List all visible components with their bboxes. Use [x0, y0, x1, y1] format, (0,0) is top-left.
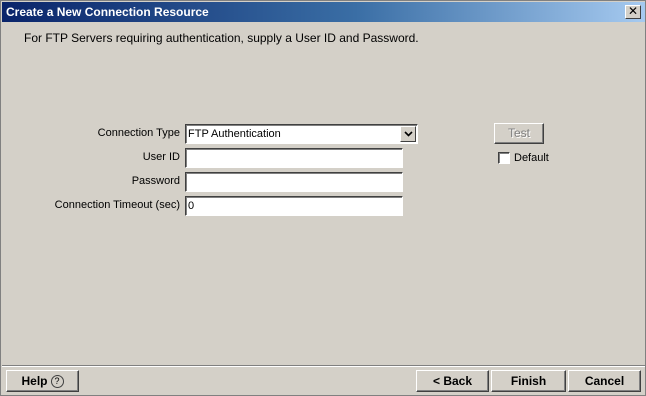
footer-separator: [2, 365, 645, 367]
dialog-content: For FTP Servers requiring authentication…: [4, 23, 643, 364]
back-button[interactable]: < Back: [416, 370, 489, 392]
help-icon: ?: [50, 375, 64, 389]
timeout-label: Connection Timeout (sec): [54, 199, 180, 211]
title-bar[interactable]: Create a New Connection Resource ✕: [2, 2, 645, 22]
timeout-field[interactable]: 0: [185, 196, 403, 216]
dialog-window: Create a New Connection Resource ✕ For F…: [0, 0, 646, 396]
dialog-title: Create a New Connection Resource: [6, 5, 209, 19]
chevron-down-icon[interactable]: [400, 126, 416, 142]
help-button[interactable]: Help?: [6, 370, 79, 392]
form-labels: Connection Type User ID Password Connect…: [4, 23, 180, 223]
finish-button[interactable]: Finish: [491, 370, 566, 392]
connection-type-label: Connection Type: [97, 127, 180, 139]
connection-type-value: FTP Authentication: [188, 128, 281, 140]
close-icon[interactable]: ✕: [625, 5, 641, 19]
password-field[interactable]: [185, 172, 403, 192]
user-id-label: User ID: [142, 151, 180, 163]
password-label: Password: [131, 175, 180, 187]
cancel-button[interactable]: Cancel: [568, 370, 641, 392]
user-id-field[interactable]: [185, 148, 403, 168]
test-button[interactable]: Test: [494, 123, 544, 144]
default-checkbox-label: Default: [514, 152, 549, 164]
connection-type-select[interactable]: FTP Authentication: [185, 124, 418, 144]
default-checkbox[interactable]: [498, 152, 510, 164]
help-button-label: Help: [21, 374, 48, 388]
